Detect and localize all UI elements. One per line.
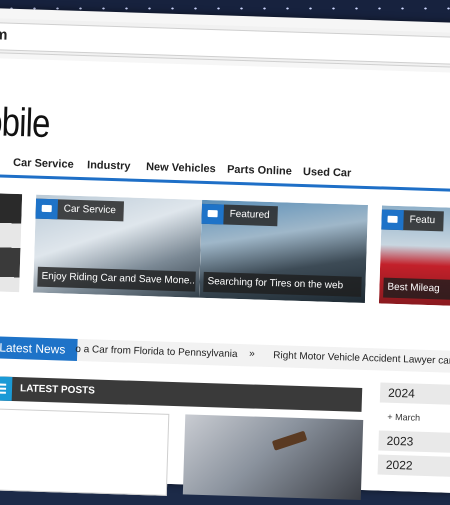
ticker-item[interactable]: Right Motor Vehicle Accident Lawyer can … <box>273 350 450 367</box>
nav-item-industry[interactable]: Industry <box>87 159 131 172</box>
slide-featured-tires[interactable]: Featured Searching for Tires on the web <box>199 199 368 303</box>
slide-tag[interactable]: Featured <box>201 203 278 227</box>
folder-icon <box>201 203 224 225</box>
nav-item-new-vehicles[interactable]: New Vehicles <box>146 161 216 175</box>
post-thumbnail-broken[interactable] <box>0 408 170 496</box>
archive-year[interactable]: 2022 <box>377 454 450 477</box>
nav-item-parts-online[interactable]: Parts Online <box>227 164 292 178</box>
gavel-icon <box>271 430 308 451</box>
menu-icon <box>0 376 13 401</box>
slide-featured-mileage[interactable]: Featu Best Mileag <box>378 205 450 306</box>
latest-posts-header: LATEST POSTS <box>0 376 363 412</box>
slide-car-service[interactable]: Car Service Enjoy Riding Car and Save Mo… <box>33 194 203 298</box>
nav-item-car-service[interactable]: Car Service <box>13 157 74 171</box>
ticker-separator: » <box>249 348 255 360</box>
archive-year[interactable]: 2024 <box>379 382 450 405</box>
slide-tag[interactable]: Featu <box>381 209 444 232</box>
slide-caption[interactable]: Best Mileag <box>383 277 450 300</box>
browser-window: m obile le Car Service Industry New Vehi… <box>0 8 450 500</box>
url-field[interactable]: m <box>0 21 450 65</box>
ticker-item[interactable]: o a Car from Florida to Pennsylvania <box>75 344 238 360</box>
url-text: m <box>0 26 8 44</box>
slide-tag[interactable]: Car Service <box>35 198 125 222</box>
ticker-label: Latest News <box>0 336 78 361</box>
post-thumbnail-lawyer[interactable] <box>182 414 364 500</box>
nav-item-used-car[interactable]: Used Car <box>303 166 352 180</box>
slide-partial-left[interactable] <box>0 192 23 293</box>
folder-icon <box>35 198 59 220</box>
news-ticker: Latest News o a Car from Florida to Penn… <box>0 336 450 373</box>
folder-icon <box>381 209 404 231</box>
archive-widget: 2024 + March 2023 2022 <box>377 382 450 481</box>
archive-month[interactable]: + March <box>379 406 450 429</box>
web-page: obile le Car Service Industry New Vehicl… <box>0 57 450 500</box>
latest-posts-title: LATEST POSTS <box>19 383 96 397</box>
site-logo[interactable]: obile <box>0 100 50 147</box>
